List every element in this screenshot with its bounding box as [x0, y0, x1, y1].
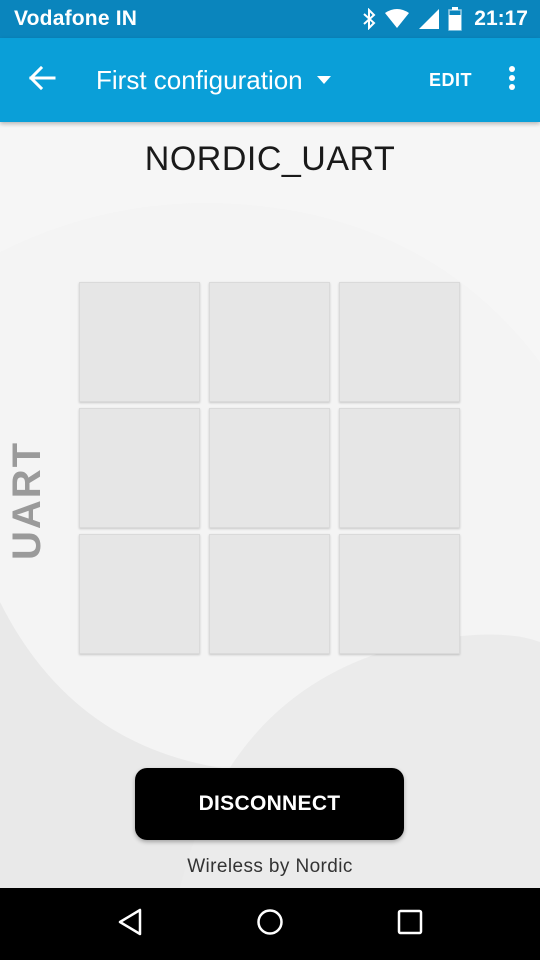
nav-home-button[interactable] — [240, 894, 300, 954]
uart-button-grid — [79, 282, 461, 655]
grid-button-2[interactable] — [209, 282, 330, 402]
disconnect-button[interactable]: DISCONNECT — [135, 768, 404, 840]
uart-side-label: UART — [5, 440, 50, 560]
grid-button-7[interactable] — [79, 534, 200, 654]
carrier-name: Vodafone IN — [14, 7, 138, 30]
grid-button-4[interactable] — [79, 408, 200, 528]
arrow-back-icon — [28, 65, 56, 96]
device-name: NORDIC_UART — [144, 140, 396, 178]
grid-button-6[interactable] — [339, 408, 460, 528]
main-content: NORDIC_UART UART DISCONNECT Wireless by … — [0, 122, 540, 888]
nav-back-icon — [117, 908, 143, 941]
uart-label-text: UART — [5, 440, 50, 560]
battery-icon — [448, 7, 463, 31]
signal-icon — [418, 8, 440, 30]
configuration-selector[interactable]: First configuration — [96, 65, 331, 96]
edit-button[interactable]: EDIT — [417, 70, 484, 91]
system-nav-bar — [0, 888, 540, 960]
more-options-button[interactable] — [484, 38, 540, 122]
grid-button-9[interactable] — [339, 534, 460, 654]
grid-button-8[interactable] — [209, 534, 330, 654]
status-bar: Vodafone IN 21:17 — [0, 0, 540, 38]
caret-down-icon — [316, 71, 331, 89]
grid-button-5[interactable] — [209, 408, 330, 528]
footer-text: Wireless by Nordic — [187, 856, 353, 877]
more-vert-icon — [508, 65, 516, 96]
grid-button-3[interactable] — [339, 282, 460, 402]
status-icons: 21:17 — [362, 7, 528, 31]
nav-recents-button[interactable] — [380, 894, 440, 954]
nav-recents-icon — [397, 909, 423, 940]
app-toolbar: First configuration EDIT — [0, 38, 540, 122]
back-button[interactable] — [0, 38, 84, 122]
configuration-title: First configuration — [96, 64, 303, 95]
clock: 21:17 — [474, 7, 528, 30]
nav-home-icon — [256, 908, 284, 941]
bluetooth-icon — [362, 8, 376, 30]
grid-button-1[interactable] — [79, 282, 200, 402]
nav-back-button[interactable] — [100, 894, 160, 954]
wifi-icon — [384, 9, 410, 29]
